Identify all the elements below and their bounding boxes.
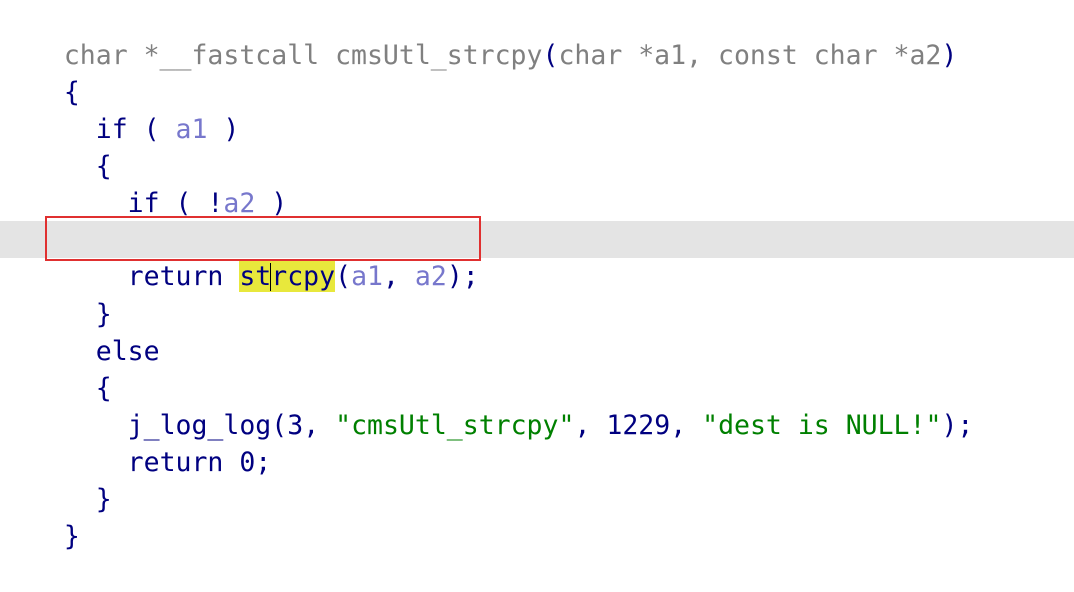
code-line-open-brace[interactable]: { [0, 37, 1074, 108]
code-line-if-not-a2[interactable]: if ( !a2 ) [0, 148, 1074, 219]
brace: } [63, 521, 80, 552]
code-line-inner-open-brace[interactable]: { [0, 111, 1074, 182]
code-line-close-brace[interactable]: } [0, 481, 1074, 552]
code-line-signature[interactable]: char *__fastcall cmsUtl_strcpy(char *a1,… [0, 0, 1074, 71]
annotation-highlight-box [45, 216, 481, 261]
code-line-return-zero[interactable]: return 0; [0, 407, 1074, 478]
code-line-else[interactable]: else [0, 296, 1074, 367]
pseudocode-view[interactable]: char *__fastcall cmsUtl_strcpy(char *a1,… [0, 0, 1074, 552]
code-line-else-close-brace[interactable]: } [0, 444, 1074, 515]
code-line-inner-close-brace[interactable]: } [0, 259, 1074, 330]
code-line-else-open-brace[interactable]: { [0, 333, 1074, 404]
code-line-if-a1[interactable]: if ( a1 ) [0, 74, 1074, 145]
code-line-log-call[interactable]: j_log_log(3, "cmsUtl_strcpy", 1229, "des… [0, 370, 1074, 441]
